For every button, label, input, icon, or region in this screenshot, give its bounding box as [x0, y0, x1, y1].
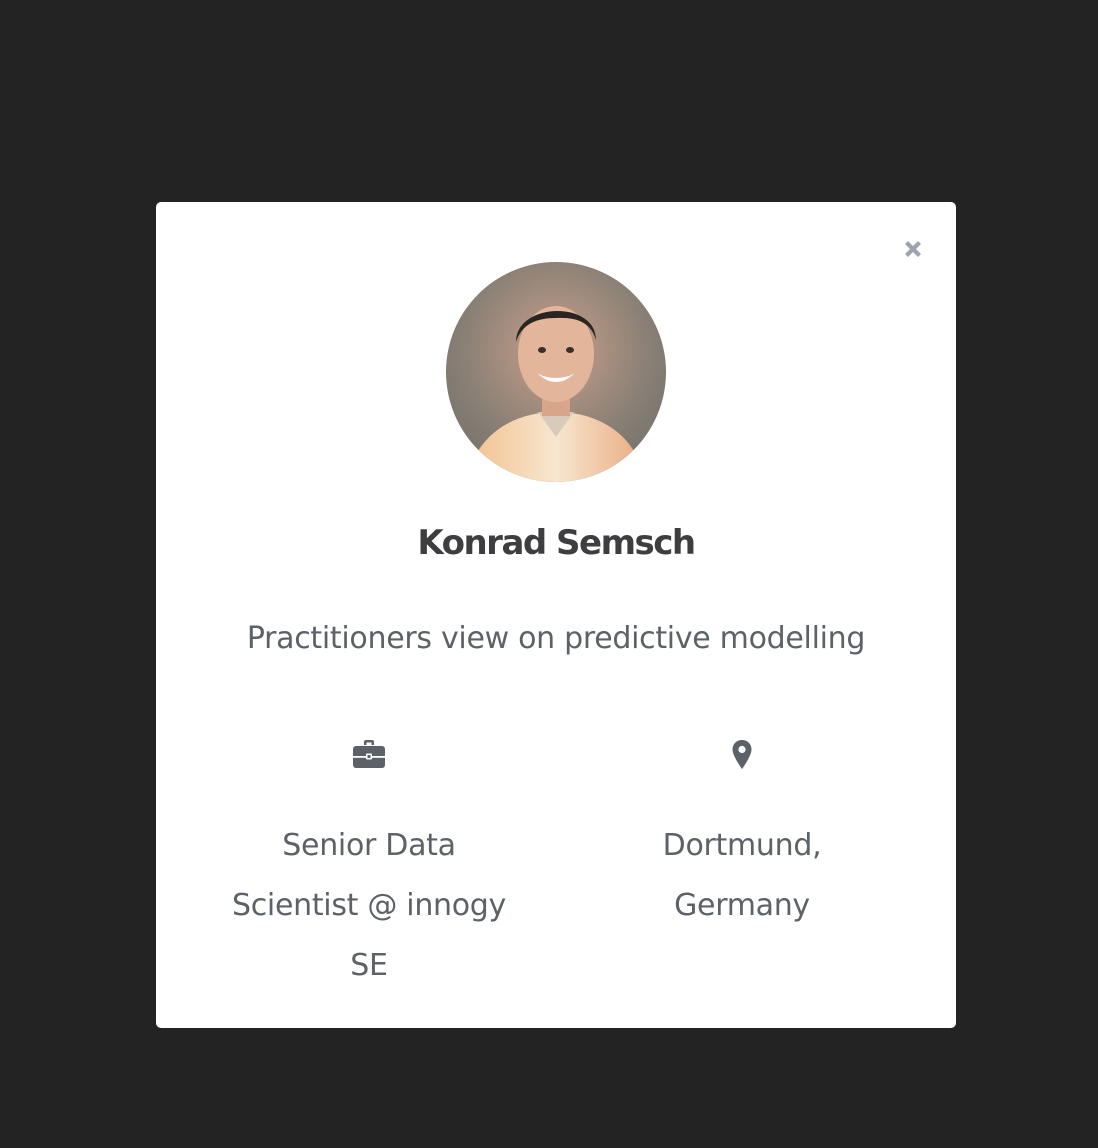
speaker-modal: Konrad Semsch Practitioners view on pred… [156, 202, 956, 1028]
talk-title: Practitioners view on predictive modelli… [246, 621, 866, 656]
avatar [446, 262, 666, 482]
location-text: Dortmund, Germany [662, 828, 822, 923]
job-title: Senior Data Scientist @ innogy SE [231, 828, 507, 983]
job-info: Senior Data Scientist @ innogy SE [218, 740, 520, 996]
map-marker-icon [732, 740, 752, 769]
close-button[interactable] [900, 236, 926, 262]
speaker-name: Konrad Semsch [417, 523, 696, 563]
location-info: Dortmund, Germany [616, 740, 868, 936]
speaker-photo [446, 262, 666, 482]
close-icon[interactable] [900, 236, 926, 262]
briefcase-icon [353, 740, 385, 768]
